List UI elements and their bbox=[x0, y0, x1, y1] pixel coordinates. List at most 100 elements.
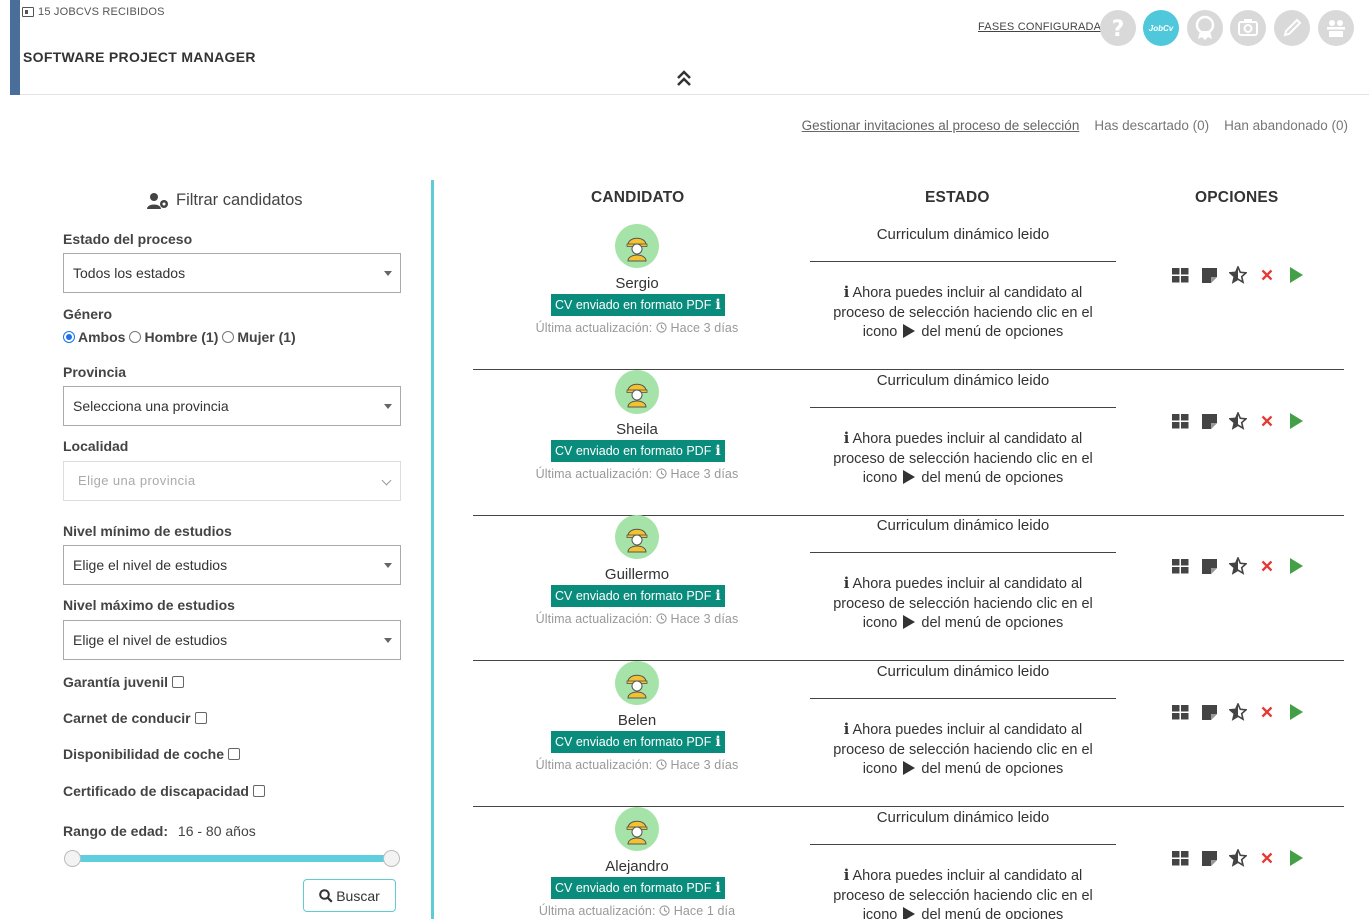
candidate-name[interactable]: Alejandro bbox=[473, 858, 801, 875]
abandoned-link[interactable]: Han abandonado (0) bbox=[1224, 118, 1348, 133]
status-info-line3a: icono bbox=[862, 615, 898, 631]
min-studies-select[interactable]: Elige el nivel de estudios bbox=[63, 545, 401, 585]
last-update-prefix: Última actualización: bbox=[535, 467, 653, 481]
province-select[interactable]: Selecciona una provincia bbox=[63, 386, 401, 426]
discard-button[interactable] bbox=[1258, 557, 1276, 575]
phase-camera[interactable] bbox=[1230, 10, 1266, 46]
cv-pdf-badge[interactable]: CV enviado en formato PDF i bbox=[551, 731, 725, 753]
favorite-button[interactable] bbox=[1229, 266, 1247, 284]
candidate-name[interactable]: Belen bbox=[473, 712, 801, 729]
candidate-row: Sergio CV enviado en formato PDF i Últim… bbox=[473, 224, 1344, 370]
candidate-row: Alejandro CV enviado en formato PDF i Úl… bbox=[473, 807, 1344, 919]
age-slider-min-handle[interactable] bbox=[64, 850, 81, 867]
candidate-name[interactable]: Sergio bbox=[473, 275, 801, 292]
view-grid-button[interactable] bbox=[1171, 557, 1189, 575]
cv-pdf-badge[interactable]: CV enviado en formato PDF i bbox=[551, 440, 725, 462]
collapse-header-button[interactable] bbox=[674, 66, 694, 90]
add-note-button[interactable] bbox=[1200, 703, 1218, 721]
disability-cert-row: Certificado de discapacidad bbox=[63, 783, 265, 799]
play-icon bbox=[1290, 704, 1303, 720]
age-slider-track[interactable] bbox=[72, 855, 392, 862]
view-grid-button[interactable] bbox=[1171, 412, 1189, 430]
advance-button[interactable] bbox=[1287, 703, 1305, 721]
candidate-avatar[interactable] bbox=[615, 661, 659, 705]
gender-option-male[interactable]: Hombre (1) bbox=[129, 329, 218, 345]
discard-button[interactable] bbox=[1258, 849, 1276, 867]
discard-button[interactable] bbox=[1258, 266, 1276, 284]
status-info-line2: proceso de selección haciendo clic en el bbox=[833, 887, 1093, 904]
car-available-checkbox[interactable] bbox=[228, 748, 241, 760]
add-note-button[interactable] bbox=[1200, 266, 1218, 284]
status-cv-read: Curriculum dinámico leido bbox=[876, 809, 1050, 826]
cv-pdf-badge[interactable]: CV enviado en formato PDF i bbox=[551, 877, 725, 899]
radio-female[interactable] bbox=[222, 331, 235, 343]
youth-guarantee-checkbox[interactable] bbox=[172, 676, 185, 688]
disability-cert-checkbox[interactable] bbox=[252, 785, 265, 797]
gender-option-female[interactable]: Mujer (1) bbox=[222, 329, 296, 345]
radio-male[interactable] bbox=[129, 331, 142, 343]
candidate-name[interactable]: Guillermo bbox=[473, 566, 801, 583]
driving-license-checkbox[interactable] bbox=[194, 712, 207, 724]
status-cv-read: Curriculum dinámico leido bbox=[876, 517, 1050, 534]
phase-interview[interactable] bbox=[1318, 10, 1354, 46]
phase-jobcv[interactable]: JobCv bbox=[1143, 10, 1179, 46]
radio-both[interactable] bbox=[63, 331, 75, 343]
phase-award[interactable] bbox=[1187, 10, 1223, 46]
col-state-header: ESTADO bbox=[925, 189, 990, 206]
candidate-name[interactable]: Sheila bbox=[473, 421, 801, 438]
discard-button[interactable] bbox=[1258, 412, 1276, 430]
job-title: SOFTWARE PROJECT MANAGER bbox=[23, 49, 256, 65]
last-update: Última actualización: Hace 3 días bbox=[473, 758, 801, 772]
discarded-link[interactable]: Has descartado (0) bbox=[1094, 118, 1209, 133]
sticky-note-icon bbox=[1201, 704, 1217, 720]
favorite-button[interactable] bbox=[1229, 703, 1247, 721]
add-note-button[interactable] bbox=[1200, 557, 1218, 575]
candidate-avatar[interactable] bbox=[615, 370, 659, 414]
add-note-button[interactable] bbox=[1200, 412, 1218, 430]
phase-question[interactable]: ? bbox=[1100, 10, 1136, 46]
header-accent-bar bbox=[10, 0, 20, 95]
camera-icon bbox=[1238, 19, 1258, 36]
advance-button[interactable] bbox=[1287, 557, 1305, 575]
process-state-select[interactable]: Todos los estados bbox=[63, 253, 401, 293]
col-options-header: OPCIONES bbox=[1195, 189, 1279, 206]
candidate-avatar[interactable] bbox=[615, 515, 659, 559]
age-slider-max-handle[interactable] bbox=[383, 850, 400, 867]
play-icon bbox=[1290, 850, 1303, 866]
favorite-button[interactable] bbox=[1229, 849, 1247, 867]
candidate-avatar[interactable] bbox=[615, 807, 659, 851]
worker-avatar-icon bbox=[626, 383, 648, 408]
view-grid-button[interactable] bbox=[1171, 266, 1189, 284]
grid-icon bbox=[1171, 267, 1188, 282]
search-button[interactable]: Buscar bbox=[303, 879, 396, 912]
advance-button[interactable] bbox=[1287, 849, 1305, 867]
cv-pdf-badge[interactable]: CV enviado en formato PDF i bbox=[551, 294, 725, 316]
favorite-button[interactable] bbox=[1229, 557, 1247, 575]
sticky-note-icon bbox=[1201, 558, 1217, 574]
cv-pdf-badge[interactable]: CV enviado en formato PDF i bbox=[551, 585, 725, 607]
process-state-label: Estado del proceso bbox=[63, 231, 193, 247]
add-note-button[interactable] bbox=[1200, 849, 1218, 867]
candidate-avatar[interactable] bbox=[615, 224, 659, 268]
status-info-line3a: icono bbox=[862, 470, 898, 486]
info-icon: i bbox=[843, 721, 850, 738]
favorite-button[interactable] bbox=[1229, 412, 1247, 430]
advance-button[interactable] bbox=[1287, 266, 1305, 284]
view-grid-button[interactable] bbox=[1171, 849, 1189, 867]
manage-invitations-link[interactable]: Gestionar invitaciones al proceso de sel… bbox=[802, 118, 1080, 133]
phases-label[interactable]: FASES CONFIGURADAS: bbox=[978, 21, 1112, 33]
locality-label: Localidad bbox=[63, 438, 129, 454]
filter-divider bbox=[431, 180, 434, 919]
status-info-line3a: icono bbox=[862, 324, 898, 340]
last-update: Última actualización: Hace 3 días bbox=[473, 612, 801, 626]
discard-button[interactable] bbox=[1258, 703, 1276, 721]
max-studies-select[interactable]: Elige el nivel de estudios bbox=[63, 620, 401, 660]
view-grid-button[interactable] bbox=[1171, 703, 1189, 721]
gender-option-both[interactable]: Ambos bbox=[63, 329, 125, 345]
status-info: i Ahora puedes incluir al candidato al p… bbox=[810, 429, 1116, 489]
car-available-label: Disponibilidad de coche bbox=[63, 746, 225, 762]
phase-pencil[interactable] bbox=[1274, 10, 1310, 46]
question-icon: ? bbox=[1112, 17, 1125, 42]
status-info-line3a: icono bbox=[862, 761, 898, 777]
advance-button[interactable] bbox=[1287, 412, 1305, 430]
